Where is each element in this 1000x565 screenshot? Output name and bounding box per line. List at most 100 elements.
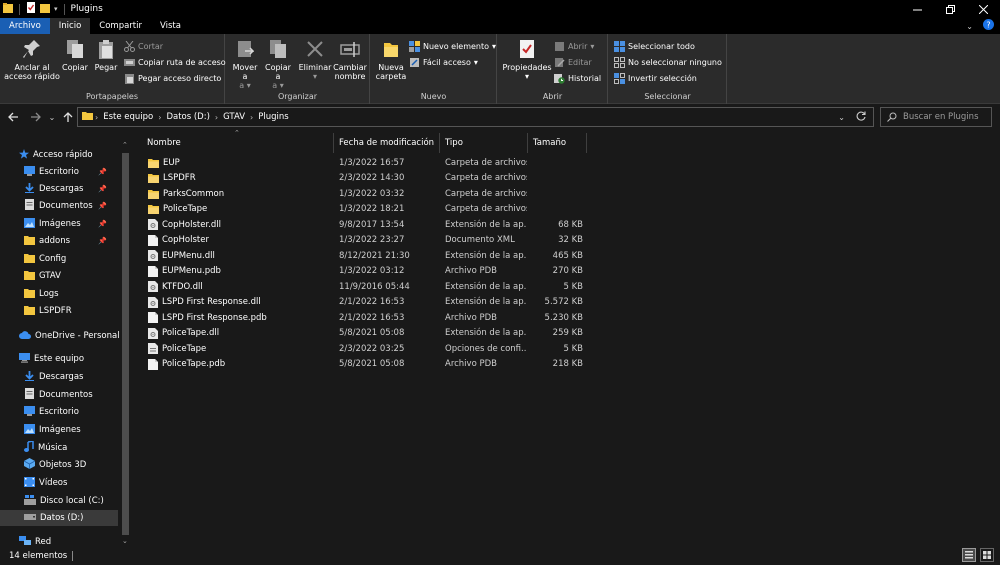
nav-addons[interactable]: addons 📌 [24,233,121,249]
breadcrumb-separator[interactable]: › [215,113,218,122]
recent-locations-button[interactable]: ⌄ [45,110,59,124]
nav-pc-objetos-3d[interactable]: Objetos 3D [23,457,86,473]
pin-icon[interactable]: 📌 [98,185,107,193]
nav-config[interactable]: Config [24,251,66,267]
qat-dropdown-icon[interactable]: ▾ [54,5,58,13]
copy-to-button[interactable]: Copiar a a ▾ [262,38,294,90]
nav-gtav[interactable]: GTAV [24,268,61,284]
search-input[interactable] [903,112,988,122]
details-view-button[interactable] [962,548,976,562]
back-button[interactable] [6,110,20,124]
pin-icon[interactable]: 📌 [98,202,107,210]
address-dropdown-icon[interactable]: ⌄ [838,113,845,122]
file-row[interactable]: LSPD First Response.dll 2/1/2022 16:53 Ext… [144,295,584,310]
minimize-button[interactable] [901,0,934,18]
breadcrumb-datos[interactable]: Datos (D:) [166,112,209,122]
scroll-down-icon[interactable]: ⌄ [122,537,128,545]
open-button[interactable]: Abrir ▾ [554,39,594,53]
nav-scrollbar-thumb[interactable] [122,153,129,535]
breadcrumb-gtav[interactable]: GTAV [223,112,245,122]
help-icon[interactable]: ? [983,19,994,33]
nav-this-pc[interactable]: Este equipo [19,351,84,367]
up-button[interactable] [61,110,75,124]
nav-escritorio[interactable]: Escritorio 📌 [24,164,121,180]
file-row[interactable]: EUPMenu.pdb 1/3/2022 03:12 Archivo PDB 270 … [144,264,584,279]
address-bar[interactable]: › Este equipo › Datos (D:) › GTAV › Plug… [77,107,874,127]
nav-pc-escritorio[interactable]: Escritorio [24,404,79,420]
pin-quick-access-button[interactable]: Anclar al acceso rápido [4,38,60,81]
forward-button[interactable] [28,110,42,124]
pictures-icon [24,423,35,437]
tab-archivo[interactable]: Archivo [0,18,50,34]
edit-button[interactable]: Editar [554,55,592,69]
delete-button[interactable]: Eliminar ▾ [298,38,332,81]
search-box[interactable] [880,107,992,127]
file-row[interactable]: EUPMenu.dll 8/12/2021 21:30 Extensión de l… [144,248,584,263]
nav-pc-documentos[interactable]: Documentos [24,387,93,403]
file-date: 11/9/2016 05:44 [339,281,410,292]
rename-button[interactable]: Cambiar nombre [332,38,368,81]
file-row[interactable]: PoliceTape 1/3/2022 18:21 Carpeta de archi… [144,202,584,217]
pin-icon[interactable]: 📌 [98,237,107,245]
nav-pc-datos-d[interactable]: Datos (D:) [0,510,118,526]
paste-shortcut-button[interactable]: Pegar acceso directo [124,71,221,85]
breadcrumb-separator[interactable]: › [158,113,161,122]
refresh-icon[interactable] [856,111,866,124]
easy-access-button[interactable]: Fácil acceso ▾ [409,55,478,69]
move-to-button[interactable]: Mover a a ▾ [230,38,260,90]
properties-button[interactable]: Propiedades ▾ [502,38,552,81]
restore-button[interactable] [934,0,967,18]
file-row[interactable]: CopHolster.dll 9/8/2017 13:54 Extensión de… [144,217,584,232]
breadcrumb-separator[interactable]: › [250,113,253,122]
file-row[interactable]: LSPDFR 2/3/2022 14:30 Carpeta de archivos [144,171,584,186]
nav-pc-disco-c[interactable]: Disco local (C:) [24,493,104,509]
tab-compartir[interactable]: Compartir [90,18,151,34]
tab-vista[interactable]: Vista [151,18,190,34]
nav-descargas[interactable]: Descargas 📌 [24,181,121,197]
nav-imagenes[interactable]: Imágenes 📌 [24,216,121,232]
copy-button[interactable]: Copiar [60,38,90,72]
file-row[interactable]: ParksCommon 1/3/2022 03:32 Carpeta de arch… [144,186,584,201]
file-row[interactable]: LSPD First Response.pdb 2/1/2022 16:53 Arc… [144,310,584,325]
breadcrumb-plugins[interactable]: Plugins [258,112,288,122]
select-none-button[interactable]: No seleccionar ninguno [614,55,722,69]
invert-selection-button[interactable]: Invertir selección [614,71,697,85]
nav-pc-descargas[interactable]: Descargas [24,369,83,385]
collapse-ribbon-icon[interactable]: ⌄ [966,22,973,31]
file-row[interactable]: PoliceTape.pdb 5/8/2021 05:08 Archivo PDB 2… [144,357,584,372]
nav-lspdfr[interactable]: LSPDFR [24,303,72,319]
file-row[interactable]: EUP 1/3/2022 16:57 Carpeta de archivos [144,155,584,170]
nav-logs[interactable]: Logs [24,286,59,302]
column-header-name[interactable]: Nombre [142,133,334,153]
column-header-type[interactable]: Tipo [440,133,528,153]
nav-onedrive[interactable]: OneDrive - Personal [19,328,120,344]
nav-pc-videos[interactable]: Vídeos [24,475,67,491]
file-row[interactable]: CopHolster 1/3/2022 23:27 Documento XML 32 … [144,233,584,248]
scroll-up-icon[interactable]: ⌃ [122,141,128,149]
large-icons-view-button[interactable] [980,548,994,562]
column-header-size[interactable]: Tamaño [528,133,587,153]
new-item-button[interactable]: Nuevo elemento ▾ [409,39,496,53]
file-row[interactable]: KTFDO.dll 11/9/2016 05:44 Extensión de la … [144,279,584,294]
breadcrumb-este-equipo[interactable]: Este equipo [103,112,153,122]
nav-documentos[interactable]: Documentos 📌 [24,198,121,214]
column-header-date[interactable]: Fecha de modificación [334,133,440,153]
properties-qat-icon[interactable] [26,2,36,16]
close-button[interactable] [967,0,1000,18]
nav-scrollbar[interactable]: ⌃ ⌄ [121,141,130,545]
nav-pc-musica[interactable]: Música [24,440,67,456]
copy-path-button[interactable]: Copiar ruta de acceso [124,55,226,69]
pin-icon[interactable]: 📌 [98,220,107,228]
select-all-button[interactable]: Seleccionar todo [614,39,695,53]
nav-pc-imagenes[interactable]: Imágenes [24,422,81,438]
cut-button[interactable]: Cortar [124,39,163,53]
new-folder-qat-icon[interactable] [40,2,50,16]
new-folder-button[interactable]: Nueva carpeta [373,38,409,81]
file-row[interactable]: PoliceTape.dll 5/8/2021 05:08 Extensión de… [144,326,584,341]
tab-inicio[interactable]: Inicio [49,18,91,34]
pin-icon[interactable]: 📌 [98,168,107,176]
file-row[interactable]: PoliceTape 2/3/2022 03:25 Opciones de conf… [144,341,584,356]
nav-quick-access[interactable]: Acceso rápido [19,147,93,163]
history-button[interactable]: Historial [554,71,601,85]
paste-button[interactable]: Pegar [92,38,120,72]
